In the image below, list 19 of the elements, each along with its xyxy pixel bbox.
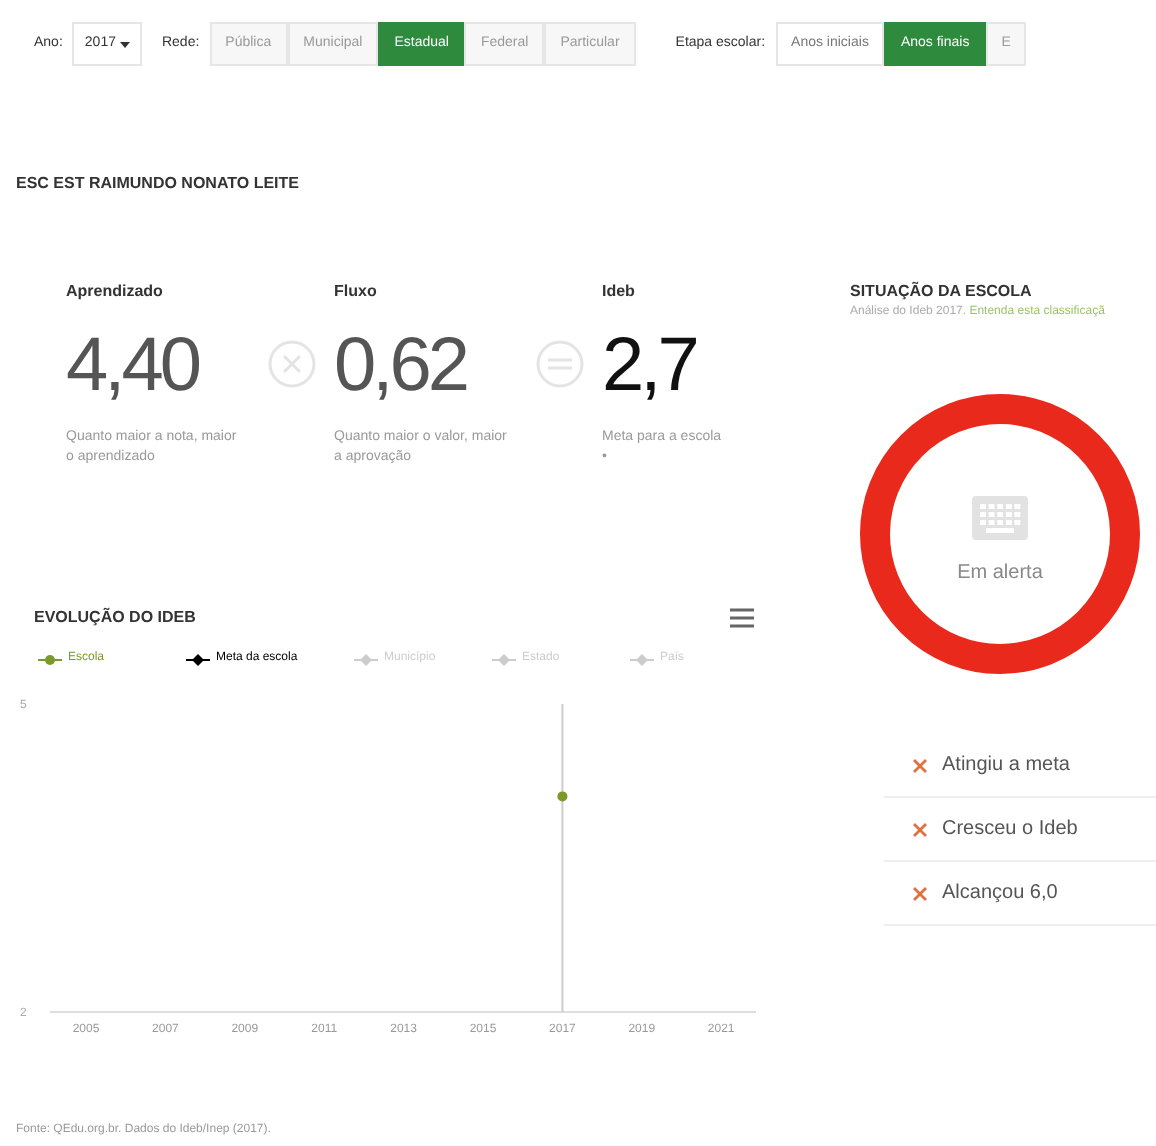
- status-label: Em alerta: [957, 559, 1043, 587]
- school-name: ESC EST RAIMUNDO NONATO LEITE: [16, 172, 301, 196]
- menu-icon[interactable]: [730, 608, 754, 628]
- check-label: Atingiu a meta: [942, 752, 1070, 780]
- metric-value: 0,62: [334, 328, 469, 404]
- chart-title: EVOLUÇÃO DO IDEB: [34, 606, 196, 630]
- metric-value: 2,7: [602, 328, 698, 404]
- caret-icon: [119, 41, 130, 47]
- situation-title: SITUAÇÃO DA ESCOLA: [850, 280, 1034, 304]
- metric-title: Ideb: [602, 280, 637, 304]
- data-point: [557, 791, 568, 802]
- equals-icon: [536, 340, 584, 388]
- metric-title: Fluxo: [334, 280, 379, 304]
- multiply-icon: [268, 340, 316, 388]
- check-label: Alcançou 6,0: [942, 880, 1058, 908]
- check-label: Cresceu o Ideb: [942, 816, 1078, 844]
- metric-value: 4,40: [66, 328, 201, 404]
- metric-title: Aprendizado: [66, 280, 165, 304]
- keyboard-icon: [970, 493, 1030, 541]
